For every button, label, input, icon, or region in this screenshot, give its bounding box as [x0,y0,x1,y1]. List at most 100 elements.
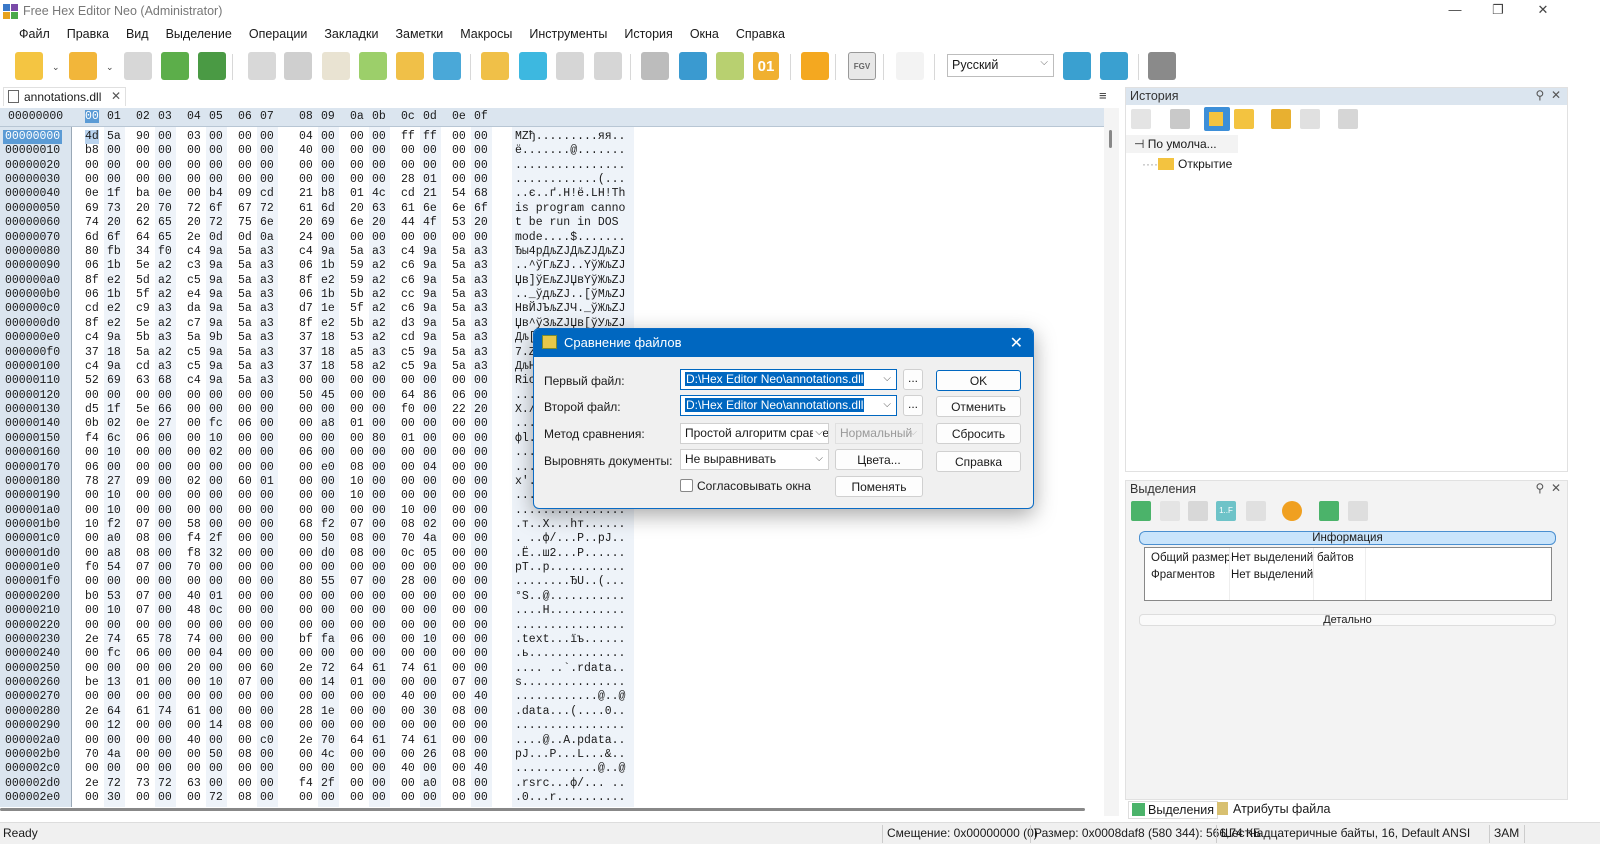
hex-row[interactable]: 00000200 b0 53 07 00 40 01 00 00 00 00 00 00 00 00 00 00… [0,590,1100,604]
hex-byte[interactable]: 00 [474,748,488,762]
hex-byte[interactable]: 00 [452,547,466,561]
hex-byte[interactable]: 00 [158,446,172,460]
hex-row[interactable]: 00000250 00 00 00 00 20 00 00 60 2e 72 64 61 74 61 00 00… [0,662,1100,676]
hex-byte[interactable]: 00 [187,748,201,762]
hex-byte[interactable]: 20 [350,202,364,216]
delete-history-icon[interactable] [1170,109,1190,129]
hex-byte[interactable]: 00 [260,633,274,647]
hex-byte[interactable]: 74 [187,633,201,647]
hex-byte[interactable]: 00 [85,604,99,618]
hex-byte[interactable]: 8f [85,317,99,331]
hex-byte[interactable]: a3 [260,302,274,316]
swap-button[interactable]: Поменять [835,476,923,497]
hex-byte[interactable]: 00 [260,403,274,417]
hex-byte[interactable]: 00 [260,762,274,776]
hex-byte[interactable]: a2 [158,288,172,302]
hex-byte[interactable]: 00 [158,619,172,633]
hex-byte[interactable]: 00 [474,604,488,618]
hex-byte[interactable]: 72 [209,216,223,230]
hex-byte[interactable]: c5 [401,360,415,374]
hex-byte[interactable]: 00 [474,532,488,546]
hex-byte[interactable]: 00 [423,575,437,589]
hex-byte[interactable]: 14 [321,676,335,690]
hex-byte[interactable]: 9a [423,302,437,316]
hex-byte[interactable]: 00 [350,432,364,446]
align-select[interactable]: Не выравнивать ⌵ [680,449,829,470]
hex-byte[interactable]: 00 [238,604,252,618]
hex-byte[interactable]: 00 [452,432,466,446]
hex-byte[interactable]: 5e [136,317,150,331]
hex-byte[interactable]: 00 [350,619,364,633]
hex-row[interactable]: 000000a0 8f e2 5d a2 c5 9a 5a a3 8f e2 59 a2 c6 9a 5a a3… [0,274,1100,288]
hex-byte[interactable]: 00 [85,791,99,805]
hex-byte[interactable]: 00 [401,777,415,791]
hex-byte[interactable]: a3 [158,302,172,316]
ascii-text[interactable]: MZђ.........яя.. [515,130,625,144]
hex-byte[interactable]: 06 [85,288,99,302]
hex-byte[interactable]: 00 [85,575,99,589]
hex-byte[interactable]: 00 [260,144,274,158]
hex-byte[interactable]: 00 [372,532,386,546]
ascii-text[interactable]: ................ [515,719,625,733]
hex-byte[interactable]: 58 [350,360,364,374]
hex-byte[interactable]: 00 [350,647,364,661]
hex-byte[interactable]: 00 [260,690,274,704]
hex-byte[interactable]: 00 [321,647,335,661]
menu-item-4[interactable]: Операции [249,27,307,45]
hex-byte[interactable]: 00 [238,590,252,604]
hex-byte[interactable]: 00 [321,762,335,776]
hex-byte[interactable]: 54 [107,561,121,575]
select-grid-icon[interactable] [1160,501,1180,521]
hex-byte[interactable]: 00 [372,791,386,805]
hex-byte[interactable]: 00 [187,676,201,690]
hex-byte[interactable]: 00 [187,461,201,475]
hex-byte[interactable]: 00 [238,575,252,589]
hex-byte[interactable]: 00 [423,144,437,158]
hex-byte[interactable]: 72 [158,777,172,791]
hex-byte[interactable]: 07 [452,676,466,690]
hex-byte[interactable]: 00 [299,532,313,546]
hex-byte[interactable]: 64 [107,705,121,719]
hex-byte[interactable]: 61 [423,734,437,748]
hex-byte[interactable]: cc [401,288,415,302]
hex-byte[interactable]: 00 [260,561,274,575]
hex-byte[interactable]: 00 [474,374,488,388]
hex-byte[interactable]: 00 [238,561,252,575]
hex-row[interactable]: 000001c0 00 a0 08 00 f4 2f 00 00 00 50 08 00 70 4a 00 00… [0,532,1100,546]
close-panel-icon[interactable]: ✕ [1551,88,1561,102]
hex-byte[interactable]: a8 [107,547,121,561]
hex-byte[interactable]: 00 [423,489,437,503]
hex-row[interactable]: 00000230 2e 74 65 78 74 00 00 00 bf fa 06 00 00 10 00 00… [0,633,1100,647]
hex-byte[interactable]: 00 [350,446,364,460]
hex-byte[interactable]: 00 [187,647,201,661]
hex-byte[interactable]: 00 [350,130,364,144]
hex-byte[interactable]: 20 [107,216,121,230]
hex-byte[interactable]: 00 [299,475,313,489]
hex-byte[interactable]: 00 [474,547,488,561]
hex-byte[interactable]: 4c [372,187,386,201]
hex-byte[interactable]: 6f [474,202,488,216]
hex-byte[interactable]: 61 [372,662,386,676]
hex-byte[interactable]: 00 [474,676,488,690]
hex-byte[interactable]: f4 [299,777,313,791]
hex-byte[interactable]: 00 [401,647,415,661]
hex-byte[interactable]: 9a [209,346,223,360]
ascii-text[interactable]: ё.......@....... [515,144,625,158]
hex-byte[interactable]: 00 [260,446,274,460]
hex-row[interactable]: 00000240 00 fc 06 00 00 04 00 00 00 00 00 00 00 00 00 00… [0,647,1100,661]
hex-byte[interactable]: 00 [238,705,252,719]
hex-byte[interactable]: 1f [107,187,121,201]
cut-icon[interactable] [322,52,350,80]
hex-byte[interactable]: 9a [423,346,437,360]
hex-byte[interactable]: 00 [350,144,364,158]
hex-byte[interactable]: 00 [372,130,386,144]
hex-byte[interactable]: 01 [260,475,274,489]
hex-byte[interactable]: 9a [209,274,223,288]
hex-byte[interactable]: 5a [136,346,150,360]
hex-byte[interactable]: 00 [452,791,466,805]
hex-byte[interactable]: a2 [158,259,172,273]
hex-byte[interactable]: 00 [209,144,223,158]
hex-byte[interactable]: 00 [85,690,99,704]
hex-byte[interactable]: 5a [238,331,252,345]
hex-byte[interactable]: 00 [158,432,172,446]
